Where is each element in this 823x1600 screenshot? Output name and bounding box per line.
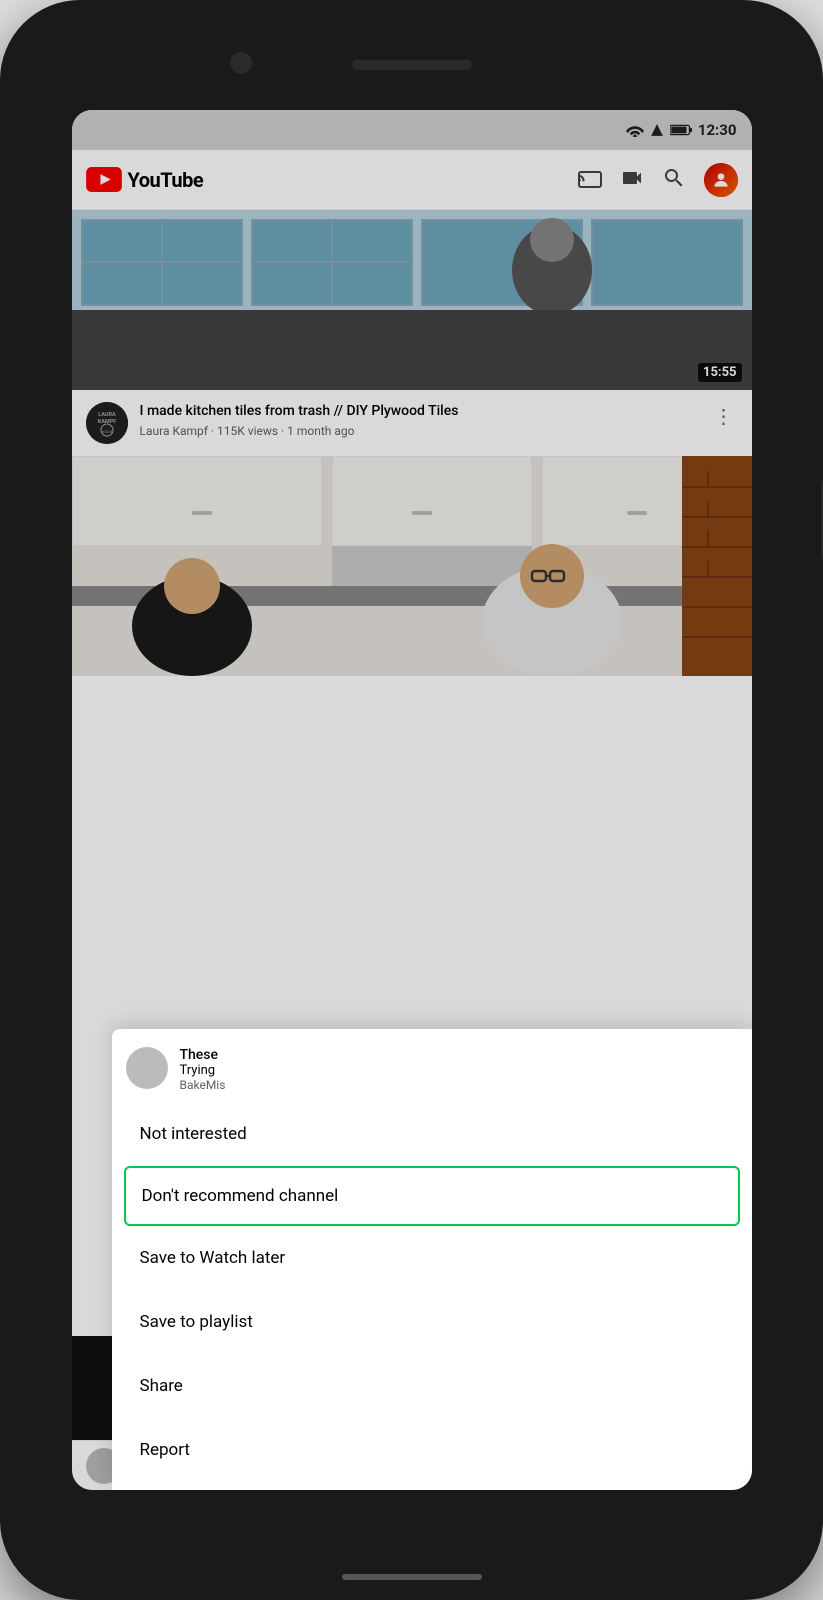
- menu-item-dont-recommend[interactable]: Don't recommend channel: [124, 1166, 740, 1226]
- video2-partial-info: These Trying BakeMis: [112, 1037, 752, 1102]
- context-menu: These Trying BakeMis Not interested Don'…: [112, 1029, 752, 1490]
- menu-item-not-interested[interactable]: Not interested: [112, 1102, 752, 1166]
- video2-title-partial: These: [180, 1047, 226, 1063]
- video2-meta: These Trying BakeMis: [180, 1047, 226, 1092]
- menu-item-share[interactable]: Share: [112, 1354, 752, 1418]
- video2-subtitle-partial: Trying: [180, 1063, 226, 1078]
- screen: 12:30 YouTube: [72, 110, 752, 1490]
- menu-item-save-watch-later[interactable]: Save to Watch later: [112, 1226, 752, 1290]
- phone-frame: 12:30 YouTube: [0, 0, 823, 1600]
- channel2-avatar: [126, 1047, 168, 1089]
- speaker: [352, 60, 472, 70]
- menu-item-save-playlist[interactable]: Save to playlist: [112, 1290, 752, 1354]
- context-menu-overlay[interactable]: These Trying BakeMis Not interested Don'…: [72, 110, 752, 1490]
- menu-item-report[interactable]: Report: [112, 1418, 752, 1482]
- front-camera: [230, 52, 252, 74]
- video2-channel-partial: BakeMis: [180, 1078, 226, 1092]
- home-indicator[interactable]: [342, 1574, 482, 1580]
